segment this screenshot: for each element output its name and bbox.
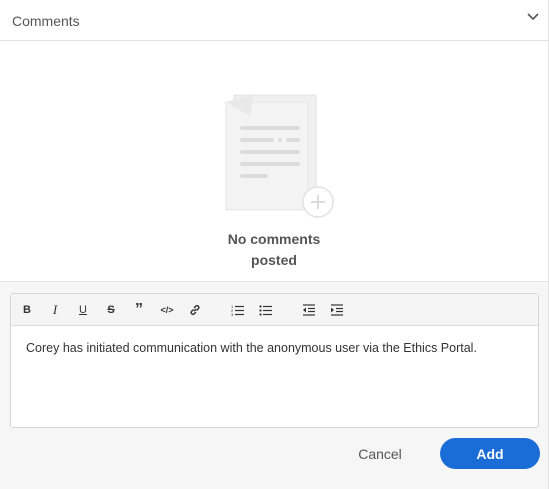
code-button[interactable]: </> [157,300,177,320]
empty-state [0,90,548,220]
link-icon [190,305,200,315]
underline-icon: U [79,304,87,316]
ordered-list-icon: 1 2 3 [231,304,244,316]
outdent-icon [303,304,315,316]
chevron-down-icon[interactable] [524,8,542,26]
bullet-list-button[interactable] [256,300,276,320]
add-button[interactable]: Add [440,438,540,469]
code-icon: </> [160,305,174,315]
link-button[interactable] [185,300,205,320]
bold-icon: B [23,304,31,316]
comment-composer: B I U S ” </> 1 2 3 Corey has initiated … [0,281,548,489]
cancel-button[interactable]: Cancel [350,439,410,469]
empty-state-line1: No comments [227,231,321,247]
comments-title: Comments [12,13,80,29]
empty-state-line2: posted [251,252,297,268]
underline-button[interactable]: U [73,300,93,320]
indent-icon [331,304,343,316]
document-add-icon [214,90,334,220]
ordered-list-button[interactable]: 1 2 3 [228,300,248,320]
quote-icon: ” [135,301,143,318]
strikethrough-icon: S [107,304,115,316]
comment-text[interactable]: Corey has initiated communication with t… [26,341,528,355]
editor-toolbar: B I U S ” </> 1 2 3 [11,294,538,326]
empty-state-message: No comments posted [0,229,548,271]
indent-button[interactable] [327,300,347,320]
bold-button[interactable]: B [17,300,37,320]
blockquote-button[interactable]: ” [129,300,149,320]
comments-header[interactable]: Comments [0,0,548,41]
comments-panel: Comments No comments posted B I U S ” </… [0,0,549,489]
svg-text:3: 3 [231,312,234,316]
strikethrough-button[interactable]: S [101,300,121,320]
bullet-list-icon [259,305,272,316]
italic-button[interactable]: I [45,300,65,320]
outdent-button[interactable] [299,300,319,320]
italic-icon: I [52,302,58,317]
rich-text-editor[interactable]: B I U S ” </> 1 2 3 Corey has initiated … [10,293,539,428]
